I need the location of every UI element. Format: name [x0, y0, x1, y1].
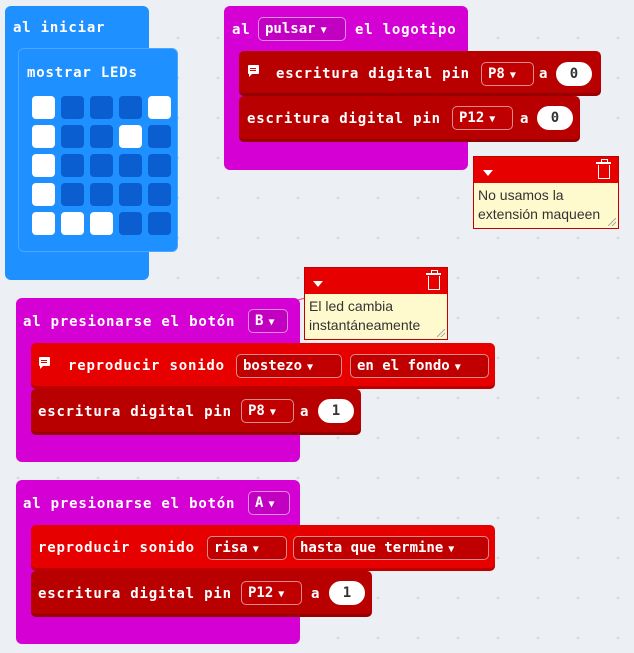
- chevron-down-icon: ▼: [454, 362, 461, 373]
- chevron-down-icon: ▼: [268, 499, 275, 510]
- on-button-b-label: al presionarse el botón: [23, 314, 236, 330]
- pin-value: P8: [248, 403, 265, 419]
- button-value: A: [255, 495, 264, 511]
- button-value: B: [255, 313, 264, 329]
- pin-dropdown[interactable]: P12 ▼: [241, 581, 302, 605]
- button-dropdown[interactable]: B ▼: [248, 309, 288, 333]
- sound-dropdown[interactable]: risa ▼: [207, 536, 287, 560]
- value-input[interactable]: 1: [329, 581, 365, 605]
- play-sound-label: reproducir sonido: [38, 540, 195, 556]
- sound-dropdown[interactable]: bostezo ▼: [236, 354, 342, 378]
- play-mode-value: en el fondo: [357, 358, 450, 374]
- sound-value: risa: [214, 540, 248, 556]
- comment-text[interactable]: El led cambia instantáneamente: [309, 297, 443, 335]
- digital-write-label: escritura digital pin: [38, 404, 232, 420]
- play-sound-block[interactable]: reproducir sonido bostezo ▼ en el fondo ▼: [31, 343, 495, 389]
- chevron-down-icon[interactable]: [313, 281, 323, 287]
- chevron-down-icon: ▼: [307, 362, 314, 373]
- digital-write-block[interactable]: escritura digital pin P12 ▼ a 1: [31, 571, 372, 617]
- play-sound-block[interactable]: reproducir sonido risa ▼ hasta que termin…: [31, 525, 495, 571]
- play-mode-dropdown[interactable]: en el fondo ▼: [350, 354, 489, 378]
- play-mode-value: hasta que termine: [300, 540, 444, 556]
- comment-bubble[interactable]: El led cambia instantáneamente: [304, 267, 448, 340]
- resize-handle-icon[interactable]: [437, 329, 445, 337]
- chevron-down-icon: ▼: [252, 544, 259, 555]
- chevron-down-icon: ▼: [278, 589, 285, 600]
- chevron-down-icon: ▼: [268, 317, 275, 328]
- button-dropdown[interactable]: A ▼: [248, 491, 290, 515]
- on-button-a-label: al presionarse el botón: [23, 496, 236, 512]
- digital-write-block[interactable]: escritura digital pin P8 ▼ a 1: [31, 389, 361, 435]
- chevron-down-icon: ▼: [269, 407, 276, 418]
- value-input[interactable]: 1: [318, 399, 354, 423]
- to-label: a: [300, 404, 310, 420]
- trash-icon[interactable]: [426, 270, 441, 290]
- comment-icon[interactable]: [39, 357, 50, 369]
- play-mode-dropdown[interactable]: hasta que termine ▼: [293, 536, 489, 560]
- comment-header[interactable]: [305, 268, 447, 294]
- chevron-down-icon: ▼: [448, 544, 455, 555]
- play-sound-label: reproducir sonido: [68, 358, 225, 374]
- pin-dropdown[interactable]: P8 ▼: [241, 399, 294, 423]
- pin-value: P12: [248, 585, 274, 601]
- sound-value: bostezo: [243, 358, 303, 374]
- digital-write-label: escritura digital pin: [38, 586, 232, 602]
- to-label: a: [311, 586, 321, 602]
